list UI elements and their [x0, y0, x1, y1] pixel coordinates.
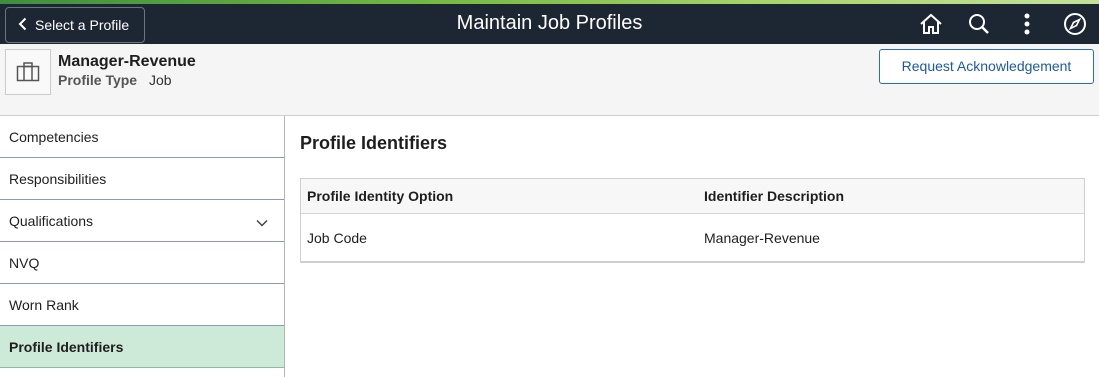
sidebar-item-responsibilities[interactable]: Responsibilities — [0, 158, 284, 200]
back-button[interactable]: Select a Profile — [5, 7, 145, 43]
sidebar-item-competencies[interactable]: Competencies — [0, 116, 284, 158]
section-title: Profile Identifiers — [300, 133, 448, 153]
main-content: Profile Identifiers Profile Identity Opt… — [300, 116, 1090, 377]
chevron-down-icon[interactable] — [256, 214, 268, 230]
profile-name: Manager-Revenue — [58, 53, 196, 70]
cell-identifier-description: Manager-Revenue — [704, 229, 820, 246]
grid-header-row: Profile Identity Option Identifier Descr… — [301, 179, 1084, 214]
cell-identity-option: Job Code — [307, 229, 367, 246]
sidebar-item-worn-rank[interactable]: Worn Rank — [0, 284, 284, 326]
sidebar-item-profile-identifiers[interactable]: Profile Identifiers — [0, 326, 284, 368]
sidebar-item-label: Responsibilities — [9, 170, 107, 187]
home-icon[interactable] — [907, 4, 955, 44]
navbar-compass-icon[interactable] — [1051, 4, 1099, 44]
profile-type-label: Profile Type — [58, 72, 138, 88]
top-banner: Select a Profile Maintain Job Profiles — [0, 4, 1099, 44]
back-button-label: Select a Profile — [35, 17, 130, 33]
chevron-left-icon — [18, 17, 27, 34]
sidebar-item-label: Worn Rank — [9, 296, 79, 313]
profile-type-value: Job — [148, 72, 172, 88]
sidebar: Competencies Responsibilities Qualificat… — [0, 116, 285, 377]
sidebar-item-nvq[interactable]: NVQ — [0, 242, 284, 284]
profile-type: Profile Type Job — [58, 72, 172, 88]
briefcase-icon — [5, 49, 51, 95]
more-actions-icon[interactable] — [1003, 4, 1051, 44]
profile-identifiers-grid: Profile Identity Option Identifier Descr… — [300, 178, 1085, 263]
sidebar-item-label: Competencies — [9, 128, 99, 145]
sidebar-item-label: Qualifications — [9, 212, 94, 229]
sidebar-item-label: NVQ — [9, 254, 40, 271]
search-icon[interactable] — [955, 4, 1003, 44]
sidebar-item-qualifications[interactable]: Qualifications — [0, 200, 284, 242]
request-acknowledgement-button[interactable]: Request Acknowledgement — [879, 49, 1094, 84]
profile-header: Manager-Revenue Profile Type Job Request… — [0, 44, 1099, 116]
column-header-identity-option: Profile Identity Option — [307, 188, 454, 204]
sidebar-item-label: Profile Identifiers — [9, 338, 124, 355]
table-row: Job Code Manager-Revenue — [301, 214, 1084, 261]
banner-actions — [907, 4, 1099, 44]
column-header-identifier-description: Identifier Description — [704, 188, 845, 204]
